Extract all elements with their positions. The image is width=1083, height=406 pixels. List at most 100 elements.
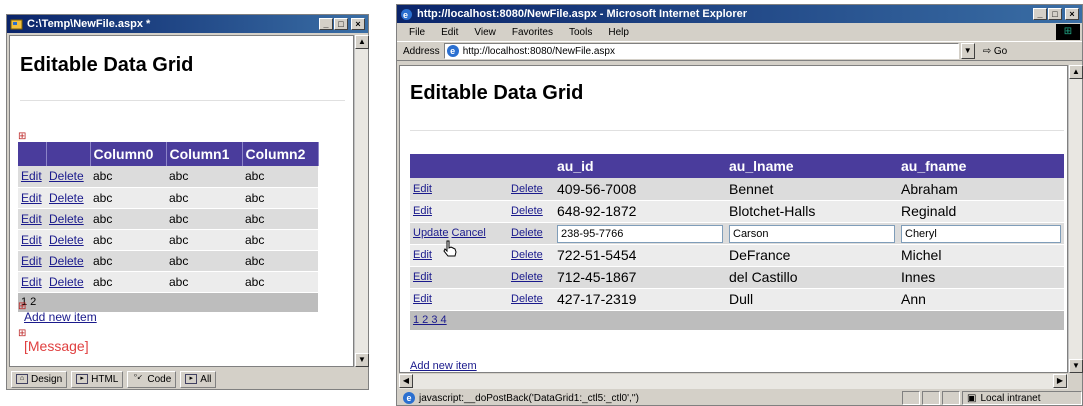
au-lname-cell: del Castillo bbox=[729, 269, 798, 285]
grid-cell: abc bbox=[169, 253, 189, 268]
scroll-up-arrow-icon[interactable]: ▲ bbox=[355, 35, 369, 49]
address-label: Address bbox=[403, 45, 440, 57]
table-cell: Delete bbox=[508, 244, 554, 267]
designer-vertical-scrollbar[interactable]: ▲ ▼ bbox=[354, 35, 369, 367]
table-row: Edit Delete abc abc abc bbox=[18, 208, 318, 230]
grid-header-cell: Column1 bbox=[166, 142, 243, 166]
delete-link[interactable]: Delete bbox=[49, 275, 84, 289]
delete-link[interactable]: Delete bbox=[49, 233, 84, 247]
table-cell: abc bbox=[90, 271, 166, 293]
scroll-down-arrow-icon[interactable]: ▼ bbox=[1069, 359, 1083, 373]
designer-title: C:\Temp\NewFile.aspx * bbox=[27, 18, 151, 30]
delete-link[interactable]: Delete bbox=[511, 249, 543, 261]
table-cell bbox=[726, 222, 898, 245]
edit-link[interactable]: Edit bbox=[413, 271, 432, 283]
delete-link[interactable]: Delete bbox=[511, 227, 543, 239]
svg-text:e: e bbox=[403, 10, 408, 20]
table-cell: Edit bbox=[18, 187, 46, 209]
close-button[interactable]: × bbox=[351, 18, 365, 30]
html-icon: ▸ bbox=[76, 374, 89, 384]
menu-favorites[interactable]: Favorites bbox=[512, 27, 553, 38]
maximize-button[interactable]: □ bbox=[1048, 8, 1062, 20]
browser-data-grid: au_id au_lname au_fname Edit Delete 409-56… bbox=[410, 154, 1064, 331]
edit-link[interactable]: Edit bbox=[21, 191, 42, 205]
table-cell: Delete bbox=[46, 271, 90, 293]
delete-link[interactable]: Delete bbox=[511, 183, 543, 195]
scroll-up-arrow-icon[interactable]: ▲ bbox=[1069, 65, 1083, 79]
delete-link[interactable]: Delete bbox=[49, 191, 84, 205]
delete-link[interactable]: Delete bbox=[49, 254, 84, 268]
browser-horizontal-scrollbar[interactable]: ◀ ▶ bbox=[399, 374, 1068, 389]
menu-edit[interactable]: Edit bbox=[441, 27, 458, 38]
edit-link[interactable]: Edit bbox=[413, 205, 432, 217]
edit-link[interactable]: Edit bbox=[413, 249, 432, 261]
delete-link[interactable]: Delete bbox=[49, 169, 84, 183]
grid-cell: abc bbox=[169, 211, 189, 226]
table-cell: abc bbox=[90, 250, 166, 272]
browser-vertical-scrollbar[interactable]: ▲ ▼ bbox=[1068, 65, 1083, 373]
table-cell: Delete bbox=[508, 266, 554, 289]
edit-link[interactable]: Edit bbox=[413, 183, 432, 195]
edit-link[interactable]: Edit bbox=[21, 254, 42, 268]
au-lname-input[interactable] bbox=[729, 224, 895, 243]
update-link[interactable]: Update bbox=[413, 227, 448, 239]
table-row: Edit Delete abc abc abc bbox=[18, 187, 318, 209]
close-button[interactable]: × bbox=[1065, 8, 1079, 20]
header-delete-col bbox=[508, 154, 554, 178]
table-row: Edit Delete 722-51-5454 DeFrance Michel bbox=[410, 244, 1064, 267]
grid-cell: abc bbox=[93, 232, 113, 247]
scroll-down-arrow-icon[interactable]: ▼ bbox=[355, 353, 369, 367]
design-icon: ⌂ bbox=[16, 374, 28, 384]
table-row: Edit Delete abc abc abc bbox=[18, 271, 318, 293]
table-cell: abc bbox=[242, 166, 318, 188]
menu-view[interactable]: View bbox=[474, 27, 496, 38]
zone-label: Local intranet bbox=[980, 392, 1041, 404]
pager-links[interactable]: 1 2 bbox=[18, 292, 318, 313]
table-cell: 427-17-2319 bbox=[554, 288, 726, 311]
table-cell: Edit bbox=[18, 250, 46, 272]
minimize-button[interactable]: _ bbox=[1033, 8, 1047, 20]
delete-link[interactable]: Delete bbox=[511, 293, 543, 305]
table-cell: abc bbox=[242, 229, 318, 251]
au-id-input[interactable] bbox=[557, 224, 723, 243]
tab-all[interactable]: ▸ All bbox=[180, 370, 217, 388]
grid-header-cell: Column2 bbox=[242, 142, 319, 166]
pager-links[interactable]: 1 2 3 4 bbox=[410, 310, 1064, 331]
au-fname-input[interactable] bbox=[901, 224, 1061, 243]
go-button[interactable]: ⇨ Go bbox=[983, 46, 1008, 57]
address-input[interactable]: e http://localhost:8080/NewFile.aspx bbox=[443, 43, 959, 59]
delete-link[interactable]: Delete bbox=[511, 205, 543, 217]
edit-link[interactable]: Edit bbox=[21, 169, 42, 183]
add-new-item-link[interactable]: Add new item bbox=[410, 360, 477, 372]
edit-link[interactable]: Edit bbox=[21, 275, 42, 289]
table-cell: abc bbox=[90, 166, 166, 188]
designer-titlebar[interactable]: C:\Temp\NewFile.aspx * _ □ × bbox=[7, 15, 368, 33]
delete-link[interactable]: Delete bbox=[511, 271, 543, 283]
browser-titlebar[interactable]: e http://localhost:8080/NewFile.aspx - M… bbox=[397, 5, 1082, 23]
table-cell: Edit bbox=[410, 244, 508, 267]
scroll-left-arrow-icon[interactable]: ◀ bbox=[399, 374, 413, 388]
table-cell: abc bbox=[242, 250, 318, 272]
delete-link[interactable]: Delete bbox=[49, 212, 84, 226]
minimize-button[interactable]: _ bbox=[319, 18, 333, 30]
table-row: Edit Delete 409-56-7008 Bennet Abraham bbox=[410, 178, 1064, 201]
address-dropdown-icon[interactable]: ▼ bbox=[960, 43, 975, 59]
tab-design[interactable]: ⌂ Design bbox=[11, 370, 68, 388]
tab-code[interactable]: ⁰↙ Code bbox=[127, 370, 177, 388]
scroll-right-arrow-icon[interactable]: ▶ bbox=[1053, 374, 1067, 388]
edit-link[interactable]: Edit bbox=[21, 212, 42, 226]
edit-link[interactable]: Edit bbox=[21, 233, 42, 247]
all-icon: ▸ bbox=[185, 374, 198, 384]
au-fname-cell: Ann bbox=[901, 291, 926, 307]
grid-cell: abc bbox=[169, 190, 189, 205]
menu-help[interactable]: Help bbox=[608, 27, 629, 38]
menu-file[interactable]: File bbox=[409, 27, 425, 38]
add-new-item-link[interactable]: Add new item bbox=[24, 310, 97, 324]
cancel-link[interactable]: Cancel bbox=[452, 227, 486, 239]
table-cell: abc bbox=[90, 208, 166, 230]
maximize-button[interactable]: □ bbox=[334, 18, 348, 30]
menu-tools[interactable]: Tools bbox=[569, 27, 592, 38]
table-cell: abc bbox=[242, 208, 318, 230]
edit-link[interactable]: Edit bbox=[413, 293, 432, 305]
tab-html[interactable]: ▸ HTML bbox=[71, 370, 124, 388]
